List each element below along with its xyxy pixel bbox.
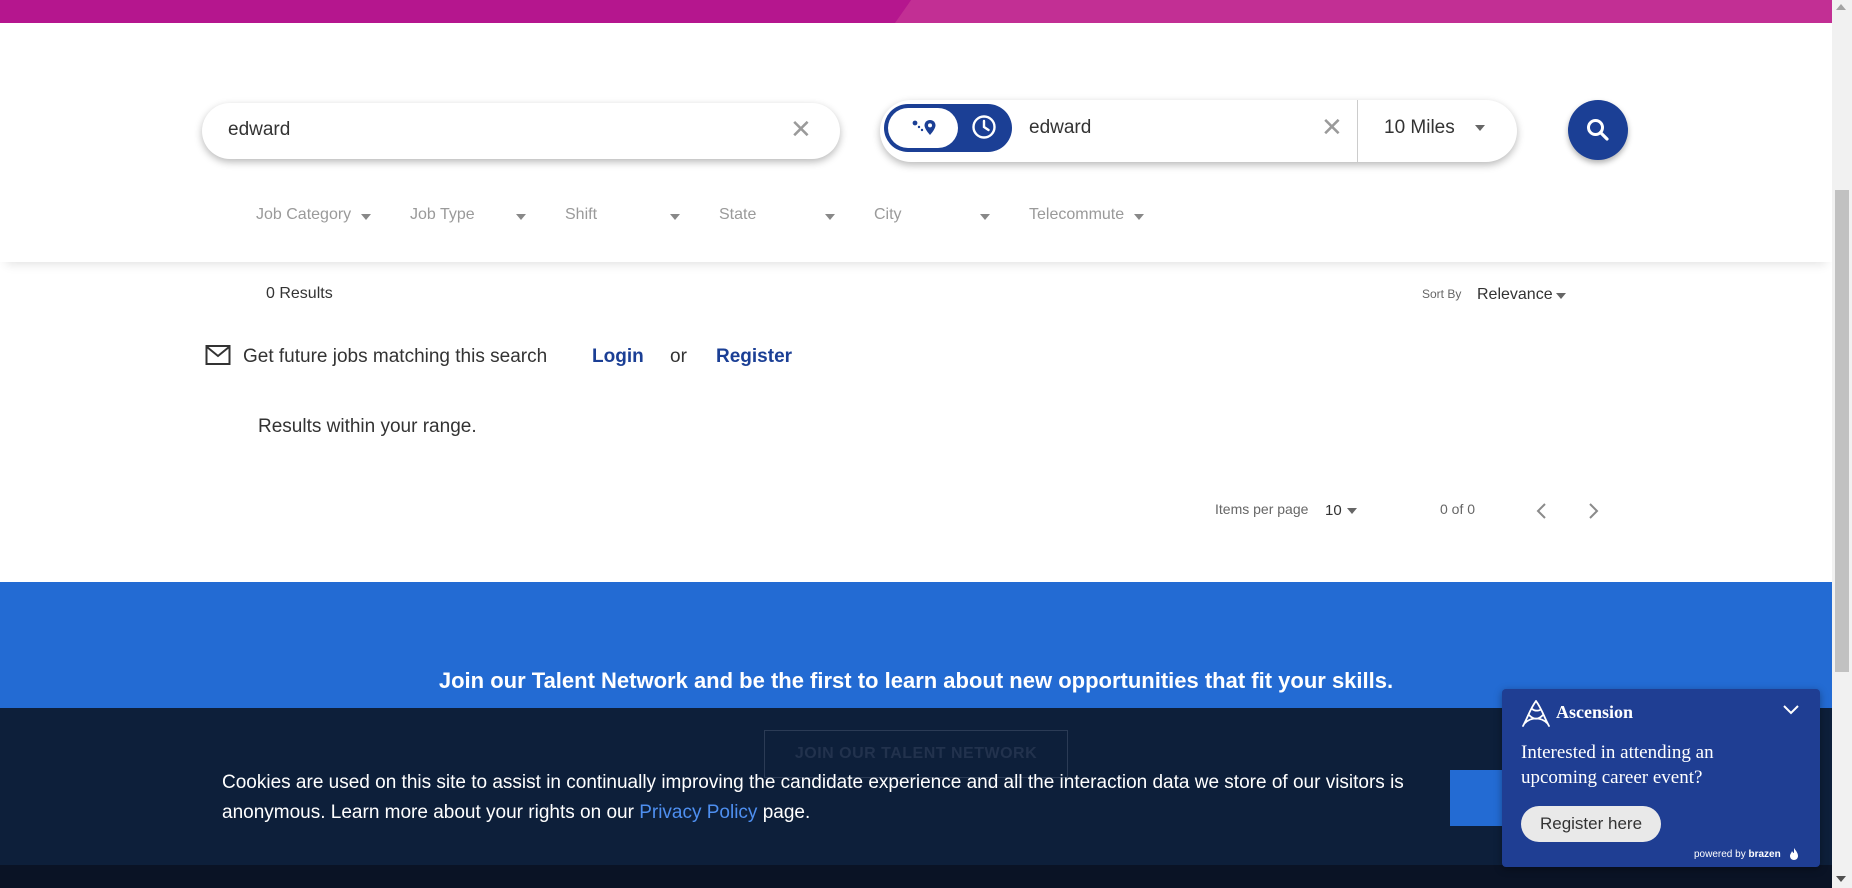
filter-job-type[interactable]: Job Type xyxy=(410,206,475,224)
powered-by-label: powered by xyxy=(1694,849,1746,860)
items-per-page-label: Items per page xyxy=(1215,501,1309,517)
powered-by-text: powered by brazen xyxy=(1694,849,1781,860)
route-pin-icon xyxy=(912,120,936,135)
search-icon xyxy=(1587,119,1609,141)
sort-select[interactable]: Relevance xyxy=(1477,286,1553,304)
job-alert-text: Get future jobs matching this search xyxy=(243,346,548,367)
ascension-logo-icon xyxy=(1522,700,1550,727)
keyword-search-value[interactable]: edward xyxy=(228,119,290,141)
scroll-up-arrow-icon[interactable] xyxy=(1836,4,1846,10)
filter-telecommute[interactable]: Telecommute xyxy=(1029,206,1124,224)
filter-city[interactable]: City xyxy=(874,206,902,224)
results-count: 0 Results xyxy=(266,285,333,302)
widget-title: Interested in attending an upcoming care… xyxy=(1521,742,1714,788)
login-link[interactable]: Login xyxy=(592,346,644,368)
shift-chevron-down-icon[interactable] xyxy=(670,214,680,220)
keyword-search-field[interactable] xyxy=(202,103,840,159)
next-page-chevron-right-icon[interactable] xyxy=(1586,501,1600,521)
job-category-chevron-down-icon[interactable] xyxy=(361,214,371,220)
range-message: Results within your range. xyxy=(258,416,477,437)
top-brand-bar xyxy=(0,0,1832,23)
telecommute-chevron-down-icon[interactable] xyxy=(1134,214,1144,220)
sort-by-label: Sort By xyxy=(1422,287,1462,301)
footer-strip xyxy=(0,865,1832,888)
clear-location-close-icon[interactable]: ✕ xyxy=(1321,114,1343,140)
city-chevron-down-icon[interactable] xyxy=(980,214,990,220)
search-button[interactable] xyxy=(1568,100,1628,160)
cookie-text-after: page. xyxy=(757,802,811,823)
clear-keyword-close-icon[interactable]: ✕ xyxy=(790,116,812,142)
job-type-chevron-down-icon[interactable] xyxy=(516,214,526,220)
page-range: 0 of 0 xyxy=(1440,501,1476,517)
filter-state[interactable]: State xyxy=(719,206,756,224)
cookie-text-before: Cookies are used on this site to assist … xyxy=(222,772,1404,823)
cookie-accept-button[interactable] xyxy=(1450,770,1510,826)
collapse-chevron-down-icon[interactable] xyxy=(1782,703,1800,717)
radius-chevron-down-icon[interactable] xyxy=(1475,125,1485,131)
scrollbar-thumb[interactable] xyxy=(1835,190,1849,672)
register-here-button[interactable]: Register here xyxy=(1521,806,1661,842)
widget-brand-name: Ascension xyxy=(1556,702,1634,722)
or-text: or xyxy=(670,346,687,367)
cookie-message: Cookies are used on this site to assist … xyxy=(222,768,1422,828)
brazen-flame-icon xyxy=(1790,848,1798,860)
items-per-page-select[interactable]: 10 xyxy=(1325,502,1342,519)
mail-icon xyxy=(205,345,231,365)
radius-divider xyxy=(1357,100,1358,162)
clock-icon[interactable] xyxy=(971,114,997,140)
location-search-value[interactable]: edward xyxy=(1029,117,1091,139)
radius-select[interactable]: 10 Miles xyxy=(1384,117,1455,139)
register-link[interactable]: Register xyxy=(716,346,792,368)
filter-shift[interactable]: Shift xyxy=(565,206,597,224)
items-per-page-chevron-down-icon[interactable] xyxy=(1347,508,1357,514)
top-brand-bar-accent xyxy=(895,0,1832,23)
sort-chevron-down-icon[interactable] xyxy=(1556,293,1566,299)
scroll-down-arrow-icon[interactable] xyxy=(1836,876,1846,882)
privacy-policy-link[interactable]: Privacy Policy xyxy=(639,802,757,823)
powered-by-brand: brazen xyxy=(1748,849,1781,860)
previous-page-chevron-left-icon[interactable] xyxy=(1535,501,1549,521)
state-chevron-down-icon[interactable] xyxy=(825,214,835,220)
filter-job-category[interactable]: Job Category xyxy=(256,206,351,224)
